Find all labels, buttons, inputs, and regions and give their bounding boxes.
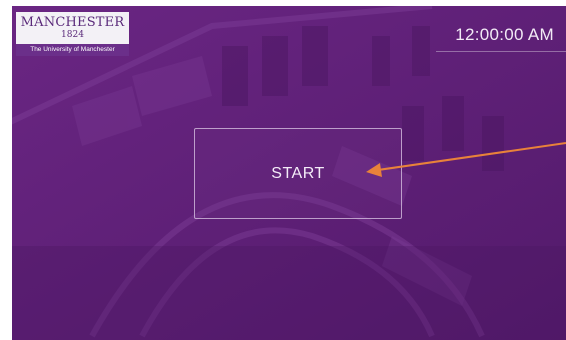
clock-divider <box>436 51 566 52</box>
logo-wordmark: MANCHESTER <box>20 15 125 30</box>
university-logo: MANCHESTER 1824 The University of Manche… <box>16 12 129 56</box>
kiosk-screen: MANCHESTER 1824 The University of Manche… <box>12 6 566 340</box>
clock-display: 12:00:00 AM <box>455 25 554 44</box>
logo-subtitle: The University of Manchester <box>16 44 129 56</box>
start-button[interactable]: START <box>194 128 402 219</box>
start-button-label: START <box>271 164 325 182</box>
logo-year: 1824 <box>61 30 84 40</box>
